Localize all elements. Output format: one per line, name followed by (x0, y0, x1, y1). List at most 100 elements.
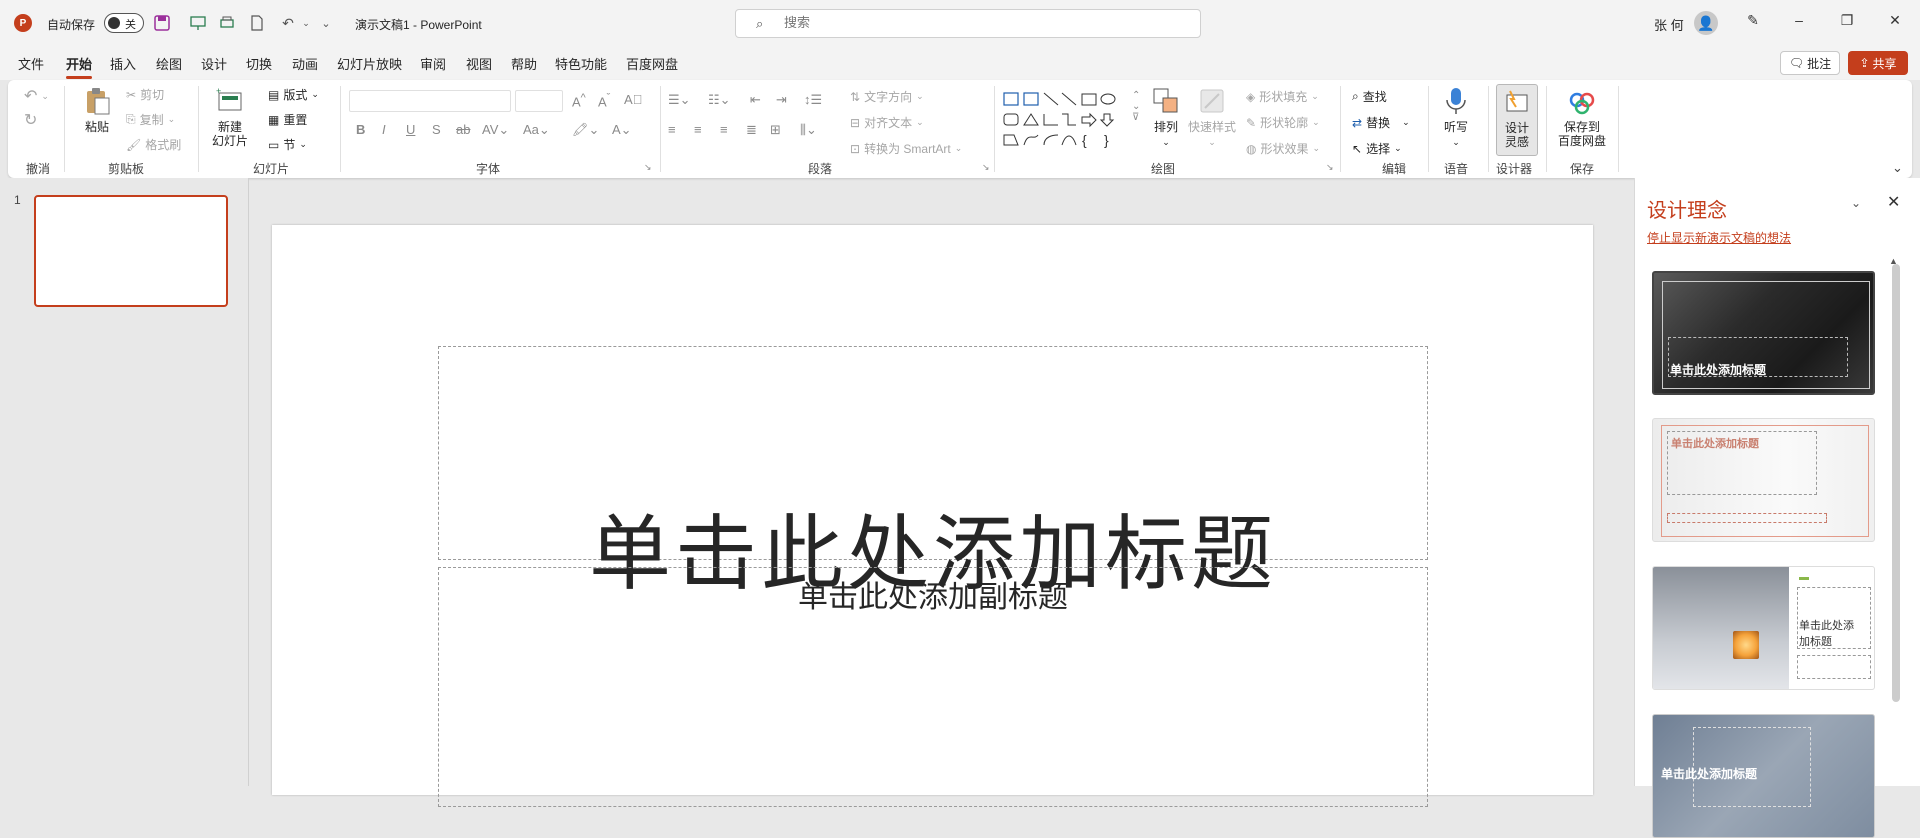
find-button[interactable]: ⌕ 查找 (1352, 88, 1387, 105)
change-case-icon[interactable]: Aa⌄ (523, 122, 550, 138)
user-name[interactable]: 张 何 (1654, 15, 1684, 34)
stop-showing-ideas-link[interactable]: 停止显示新演示文稿的想法 (1647, 229, 1791, 246)
tab-transitions[interactable]: 切换 (246, 54, 272, 73)
undo-icon[interactable]: ↶ ⌄ (24, 86, 49, 106)
tab-special-features[interactable]: 特色功能 (555, 54, 607, 73)
strikethrough-icon[interactable]: ab (456, 122, 470, 137)
design-ideas-button[interactable]: 设计 灵感 (1496, 84, 1538, 156)
tab-draw[interactable]: 绘图 (156, 54, 182, 73)
close-icon[interactable]: ✕ (1884, 12, 1906, 34)
bold-icon[interactable]: B (356, 122, 365, 137)
slide-thumbnail[interactable] (34, 195, 228, 307)
shape-outline-button[interactable]: ✎ 形状轮廓 ⌄ (1246, 114, 1320, 131)
avatar[interactable]: 👤 (1694, 11, 1718, 35)
text-direction-button[interactable]: ⇅ 文字方向 ⌄ (850, 88, 924, 105)
pane-options-icon[interactable]: ⌄ (1851, 196, 1861, 210)
paste-button[interactable]: 粘贴 (82, 86, 112, 134)
search-box[interactable]: ⌕ (735, 9, 1201, 38)
shapes-gallery[interactable]: { } (1000, 90, 1130, 150)
restore-icon[interactable]: ❐ (1836, 12, 1858, 34)
slide-number: 1 (14, 193, 21, 207)
shape-fill-button[interactable]: ◈ 形状填充 ⌄ (1246, 88, 1319, 105)
design-idea-card[interactable]: 单击此处添加标题 (1652, 566, 1875, 690)
paragraph-dialog-launcher-icon[interactable]: ↘ (982, 162, 990, 173)
underline-icon[interactable]: U (406, 122, 415, 137)
shrink-font-icon[interactable]: Aˇ (598, 92, 610, 109)
new-slide-button[interactable]: + 新建 幻灯片 (210, 86, 250, 148)
italic-icon[interactable]: I (382, 122, 386, 137)
spacing-icon[interactable]: AV⌄ (482, 122, 509, 138)
highlight-icon[interactable]: 🖍⌄ (572, 122, 599, 138)
pen-icon[interactable]: ✎ (1742, 12, 1764, 34)
tab-design[interactable]: 设计 (201, 54, 227, 73)
subtitle-placeholder[interactable]: 单击此处添加副标题 (438, 567, 1428, 807)
comment-button[interactable]: 🗨 批注 (1780, 51, 1840, 75)
layout-button[interactable]: ▤ 版式 ⌄ (268, 86, 319, 103)
customize-toolbar-icon[interactable]: ⌄ (316, 13, 336, 33)
format-painter-button[interactable]: 🖌 格式刷 (126, 136, 181, 153)
reset-button[interactable]: ▦ 重置 (268, 111, 307, 128)
undo-dropdown-icon[interactable]: ⌄ (296, 13, 316, 33)
undo-icon[interactable]: ↶ (278, 13, 298, 33)
numbering-icon[interactable]: ☷⌄ (708, 92, 731, 108)
tab-home[interactable]: 开始 (66, 54, 93, 79)
present-icon[interactable] (188, 13, 208, 33)
clear-format-icon[interactable]: A⃥ (624, 92, 642, 107)
replace-button[interactable]: ⇄ 替换 ⌄ (1352, 114, 1410, 131)
copy-button[interactable]: ⎘ 复制 ⌄ (126, 111, 175, 128)
shadow-icon[interactable]: S (432, 122, 441, 137)
align-text-button[interactable]: ⊟ 对齐文本 ⌄ (850, 114, 924, 131)
save-to-baidu-button[interactable]: 保存到 百度网盘 (1552, 86, 1612, 148)
grow-font-icon[interactable]: A^ (572, 92, 586, 109)
align-right-icon[interactable]: ≡ (720, 122, 728, 137)
line-spacing-icon[interactable]: ↕☰ (804, 92, 822, 108)
print-icon[interactable] (217, 13, 237, 33)
select-button[interactable]: ↖ 选择 ⌄ (1352, 140, 1402, 157)
gallery-scroll-icon[interactable]: ⌃ ⌄ ⊽ (1132, 90, 1140, 123)
minimize-icon[interactable]: – (1788, 12, 1810, 34)
dictate-button[interactable]: 听写 ⌄ (1438, 86, 1474, 149)
decrease-indent-icon[interactable]: ⇤ (750, 92, 761, 108)
tab-baidu-netdisk[interactable]: 百度网盘 (626, 54, 678, 73)
autosave-toggle[interactable]: 关 (104, 13, 144, 33)
save-icon[interactable] (152, 13, 172, 33)
collapse-ribbon-icon[interactable]: ⌄ (1892, 160, 1903, 176)
share-button[interactable]: ⇪ 共享 (1848, 51, 1908, 75)
convert-smartart-button[interactable]: ⊡ 转换为 SmartArt ⌄ (850, 140, 962, 157)
tab-insert[interactable]: 插入 (110, 54, 136, 73)
design-idea-card[interactable]: 单击此处添加标题 (1652, 271, 1875, 395)
arrange-button[interactable]: 排列 ⌄ (1150, 86, 1182, 149)
quick-styles-button[interactable]: 快速样式 ⌄ (1186, 86, 1238, 149)
distribute-icon[interactable]: ⊞ (770, 122, 781, 138)
title-placeholder[interactable]: 单击此处添加标题 (438, 346, 1428, 602)
section-button[interactable]: ▭ 节 ⌄ (268, 136, 307, 153)
shape-effects-button[interactable]: ◍ 形状效果 ⌄ (1246, 140, 1320, 157)
ribbon-tabs: 文件 开始 插入 绘图 设计 切换 动画 幻灯片放映 审阅 视图 帮助 特色功能… (0, 46, 1920, 80)
redo-icon[interactable]: ↻ (24, 110, 37, 130)
tab-slideshow[interactable]: 幻灯片放映 (337, 54, 402, 73)
font-color-icon[interactable]: A⌄ (612, 122, 632, 138)
tab-help[interactable]: 帮助 (511, 54, 537, 73)
align-center-icon[interactable]: ≡ (694, 122, 702, 137)
tab-view[interactable]: 视图 (466, 54, 492, 73)
font-name-box[interactable] (349, 90, 511, 112)
bullets-icon[interactable]: ☰⌄ (668, 92, 691, 108)
document-icon[interactable] (247, 13, 267, 33)
tab-animations[interactable]: 动画 (292, 54, 318, 73)
font-size-box[interactable] (515, 90, 563, 112)
tab-file[interactable]: 文件 (18, 54, 44, 73)
design-idea-card[interactable]: 单击此处添加标题 (1652, 418, 1875, 542)
pane-splitter[interactable] (248, 178, 249, 786)
search-input[interactable] (784, 15, 1164, 30)
align-left-icon[interactable]: ≡ (668, 122, 676, 137)
design-idea-card[interactable]: 单击此处添加标题 (1652, 714, 1875, 838)
designer-scrollbar[interactable] (1892, 264, 1900, 702)
increase-indent-icon[interactable]: ⇥ (776, 92, 787, 108)
justify-icon[interactable]: ≣ (746, 122, 757, 138)
close-pane-icon[interactable]: ✕ (1887, 192, 1900, 212)
cut-button[interactable]: ✂ 剪切 (126, 86, 164, 103)
drawing-dialog-launcher-icon[interactable]: ↘ (1326, 162, 1334, 173)
font-dialog-launcher-icon[interactable]: ↘ (644, 162, 652, 173)
columns-icon[interactable]: ⫼⌄ (800, 122, 817, 138)
tab-review[interactable]: 审阅 (420, 54, 446, 73)
